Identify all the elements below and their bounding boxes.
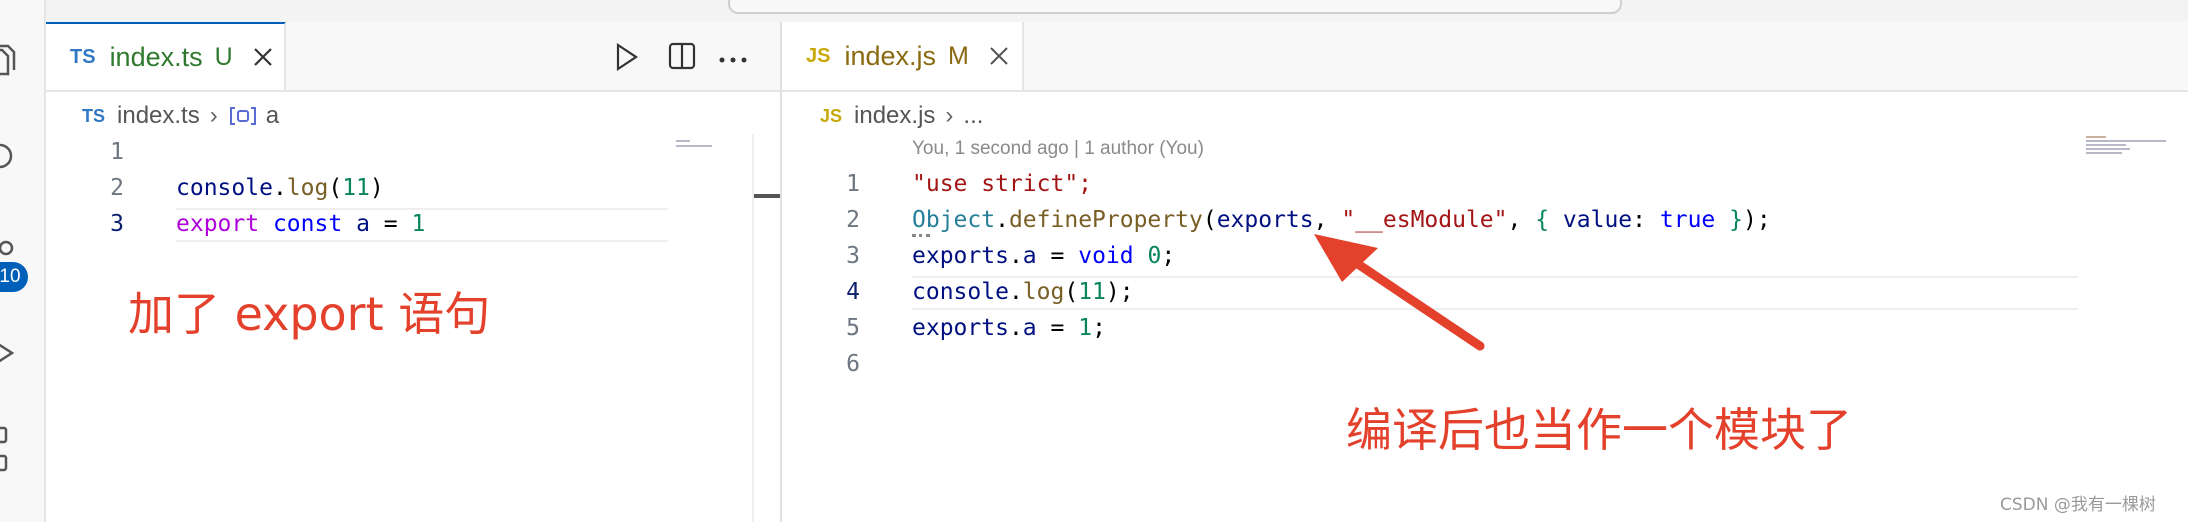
tab-index-js[interactable]: JS index.js M xyxy=(782,22,1024,90)
left-breadcrumb: TS index.ts › a xyxy=(82,94,279,138)
ts-file-icon: TS xyxy=(70,45,96,68)
scrollbar-marker xyxy=(752,194,780,198)
tab-index-ts[interactable]: TS index.ts U xyxy=(46,22,286,90)
minimap[interactable] xyxy=(2086,140,2166,142)
run-debug-icon[interactable] xyxy=(0,336,20,370)
modified-status: M xyxy=(948,41,969,70)
run-file-icon[interactable] xyxy=(614,42,640,72)
breadcrumb-symbol[interactable]: a xyxy=(266,102,279,130)
minimap[interactable] xyxy=(2086,144,2126,146)
chevron-right-icon: › xyxy=(945,102,954,129)
left-tab-bar: TS index.ts U xyxy=(46,22,780,92)
line-number: 4 xyxy=(846,279,860,305)
minimap[interactable] xyxy=(2086,136,2106,138)
minimap[interactable] xyxy=(676,140,690,142)
js-file-icon: JS xyxy=(806,44,831,67)
close-icon[interactable] xyxy=(987,44,1011,68)
line-number: 3 xyxy=(846,243,860,269)
overview-ruler xyxy=(752,134,754,522)
annotation-arrow xyxy=(1314,234,1485,351)
untracked-status: U xyxy=(214,42,233,71)
line-number: 5 xyxy=(846,315,860,341)
minimap[interactable] xyxy=(676,145,712,147)
line-number: 3 xyxy=(110,211,124,237)
watermark: CSDN @我有一棵树 xyxy=(2000,495,2156,515)
chevron-right-icon: › xyxy=(209,102,218,129)
annotation-right: 编译后也当作一个模块了 xyxy=(1346,403,1852,457)
codelens-blame[interactable]: You, 1 second ago | 1 author (You) xyxy=(912,138,1204,160)
line-number: 1 xyxy=(110,139,124,165)
activity-bar: 10 xyxy=(0,0,46,522)
code-line[interactable]: exports.a = void 0; xyxy=(912,243,1175,269)
command-center[interactable] xyxy=(728,0,1622,14)
code-line[interactable]: console.log(11); xyxy=(912,279,1134,305)
ts-file-icon: TS xyxy=(82,105,106,126)
js-file-icon: JS xyxy=(820,105,843,126)
tab-label: index.js xyxy=(844,40,937,71)
code-line[interactable]: export const a = 1 xyxy=(176,211,425,237)
scm-badge: 10 xyxy=(0,262,28,292)
line-number: 6 xyxy=(846,351,860,377)
extensions-icon[interactable] xyxy=(0,426,20,480)
code-line[interactable]: console.log(11) xyxy=(176,175,384,201)
variable-symbol-icon xyxy=(229,107,256,125)
code-line[interactable]: exports.a = 1; xyxy=(912,315,1106,341)
line-number: 1 xyxy=(846,171,860,197)
search-icon[interactable] xyxy=(0,140,20,174)
line-number: 2 xyxy=(846,207,860,233)
right-breadcrumb: JS index.js › ... xyxy=(820,94,983,138)
annotation-left: 加了 export 语句 xyxy=(128,287,491,341)
breadcrumb-file[interactable]: index.ts xyxy=(117,102,200,130)
split-editor-icon[interactable] xyxy=(668,42,696,70)
more-actions-icon[interactable] xyxy=(718,56,748,64)
explorer-icon[interactable] xyxy=(0,44,20,78)
right-tab-bar: JS index.js M xyxy=(782,22,2188,92)
close-icon[interactable] xyxy=(251,45,275,69)
code-line[interactable]: "use strict"; xyxy=(912,171,1092,197)
tab-label: index.ts xyxy=(109,41,203,72)
line-number: 2 xyxy=(110,175,124,201)
minimap[interactable] xyxy=(2086,148,2130,150)
breadcrumb-more[interactable]: ... xyxy=(963,102,983,130)
suggestion-dots xyxy=(912,234,930,240)
minimap[interactable] xyxy=(2086,152,2122,154)
breadcrumb-file[interactable]: index.js xyxy=(854,102,935,130)
editor-group-divider[interactable] xyxy=(780,22,782,522)
